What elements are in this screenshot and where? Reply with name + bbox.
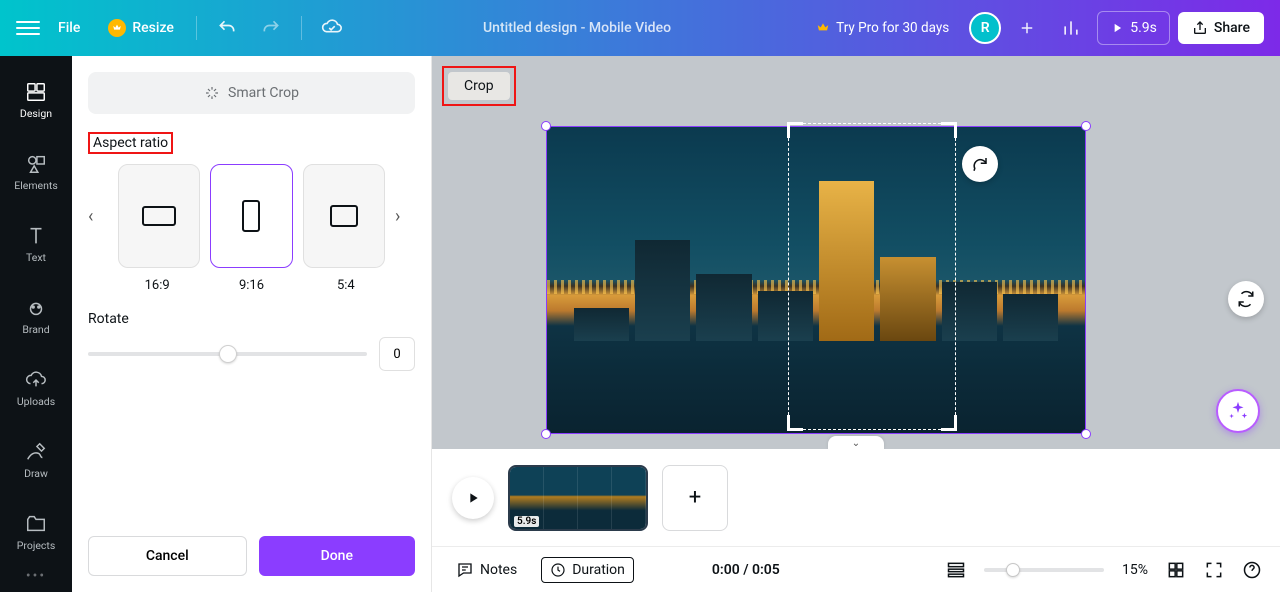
smart-crop-label: Smart Crop (228, 85, 299, 101)
rail-design[interactable]: Design (0, 64, 72, 136)
menu-icon[interactable] (16, 21, 40, 35)
preview-play-button[interactable]: 5.9s (1097, 11, 1170, 45)
app-header: File Resize Untitled design - Mobile Vid… (0, 0, 1280, 56)
magic-sparkle-icon (1227, 400, 1249, 422)
sparkle-icon (204, 85, 220, 101)
crown-icon (816, 21, 830, 35)
crop-context-label: Crop (442, 66, 516, 106)
zoom-slider[interactable] (984, 568, 1104, 572)
sync-fab[interactable] (1228, 281, 1264, 317)
uploads-icon (25, 369, 47, 391)
rail-brand[interactable]: Brand (0, 280, 72, 352)
add-member-button[interactable] (1009, 10, 1045, 46)
clock-icon (550, 562, 566, 578)
ratio-label-5-4: 5:4 (299, 278, 393, 293)
timeline: 5.9s + (432, 449, 1280, 546)
clip-duration-label: 5.9s (514, 516, 539, 527)
aspect-ratio-label: Aspect ratio (88, 132, 173, 154)
brand-icon (25, 297, 47, 319)
rotate-value[interactable]: 0 (379, 337, 415, 371)
sparkle-refresh-icon (971, 155, 989, 173)
duration-button[interactable]: Duration (541, 557, 634, 583)
play-icon (1110, 21, 1124, 35)
rail-text[interactable]: Text (0, 208, 72, 280)
ratio-5-4[interactable] (303, 164, 385, 268)
try-pro-label: Try Pro for 30 days (836, 20, 949, 36)
done-button[interactable]: Done (259, 536, 416, 576)
sync-icon (1237, 290, 1255, 308)
rail-draw[interactable]: Draw (0, 424, 72, 496)
timeline-play-button[interactable] (452, 477, 494, 519)
rail-uploads[interactable]: Uploads (0, 352, 72, 424)
rail-elements[interactable]: Elements (0, 136, 72, 208)
elements-icon (25, 153, 47, 175)
playback-time: 0:00 / 0:05 (712, 562, 780, 578)
resize-button[interactable]: Resize (98, 13, 184, 43)
analytics-button[interactable] (1053, 10, 1089, 46)
user-avatar[interactable]: R (969, 12, 1001, 44)
draw-icon (25, 441, 47, 463)
text-icon (25, 225, 47, 247)
share-label: Share (1214, 20, 1250, 36)
rotate-label: Rotate (88, 311, 415, 327)
ratio-label-16-9: 16:9 (110, 278, 204, 293)
image-on-canvas[interactable] (546, 126, 1086, 434)
left-rail: Design Elements Text Brand Uploads Draw … (0, 56, 72, 592)
help-icon[interactable] (1242, 560, 1262, 580)
notes-icon (456, 561, 474, 579)
fullscreen-icon[interactable] (1204, 560, 1224, 580)
ratio-next[interactable]: › (395, 206, 415, 227)
document-title[interactable]: Untitled design - Mobile Video (358, 20, 796, 36)
ratio-16-9[interactable] (118, 164, 200, 268)
pages-view-icon[interactable] (946, 560, 966, 580)
crop-panel: Smart Crop Aspect ratio ‹ › 16:9 9:16 5:… (72, 56, 432, 592)
undo-button[interactable] (209, 10, 245, 46)
rail-more[interactable]: ••• (26, 568, 46, 584)
crown-icon (108, 19, 126, 37)
magic-fab[interactable] (1216, 389, 1260, 433)
play-icon (465, 490, 481, 506)
canvas-area[interactable]: Crop ⌄ (432, 56, 1280, 449)
bottom-bar: Notes Duration 0:00 / 0:05 15% (432, 546, 1280, 592)
cloud-sync-icon[interactable] (314, 10, 350, 46)
add-page-button[interactable]: + (662, 465, 728, 531)
notes-button[interactable]: Notes (450, 557, 523, 583)
expand-timeline-tab[interactable]: ⌄ (828, 436, 884, 449)
editor-footer: 5.9s + Notes Duration 0:00 / 0:05 15% (432, 449, 1280, 592)
grid-view-icon[interactable] (1166, 560, 1186, 580)
design-icon (25, 81, 47, 103)
rail-projects[interactable]: Projects (0, 496, 72, 568)
ratio-9-16[interactable] (210, 164, 292, 268)
resize-label: Resize (132, 20, 174, 36)
file-menu[interactable]: File (48, 14, 90, 42)
projects-icon (25, 513, 47, 535)
zoom-value: 15% (1122, 562, 1148, 578)
share-button[interactable]: Share (1178, 12, 1264, 44)
regenerate-fab[interactable] (962, 146, 998, 182)
try-pro-button[interactable]: Try Pro for 30 days (804, 12, 961, 44)
rotate-slider[interactable] (88, 344, 367, 364)
aspect-ratio-options: ‹ › (88, 164, 415, 268)
redo-button[interactable] (253, 10, 289, 46)
timeline-clip[interactable]: 5.9s (508, 465, 648, 531)
crop-frame[interactable] (788, 123, 956, 430)
preview-duration: 5.9s (1130, 20, 1157, 36)
smart-crop-button[interactable]: Smart Crop (88, 72, 415, 114)
share-icon (1192, 20, 1208, 36)
ratio-label-9-16: 9:16 (204, 278, 298, 293)
cancel-button[interactable]: Cancel (88, 536, 247, 576)
ratio-prev[interactable]: ‹ (88, 206, 108, 227)
